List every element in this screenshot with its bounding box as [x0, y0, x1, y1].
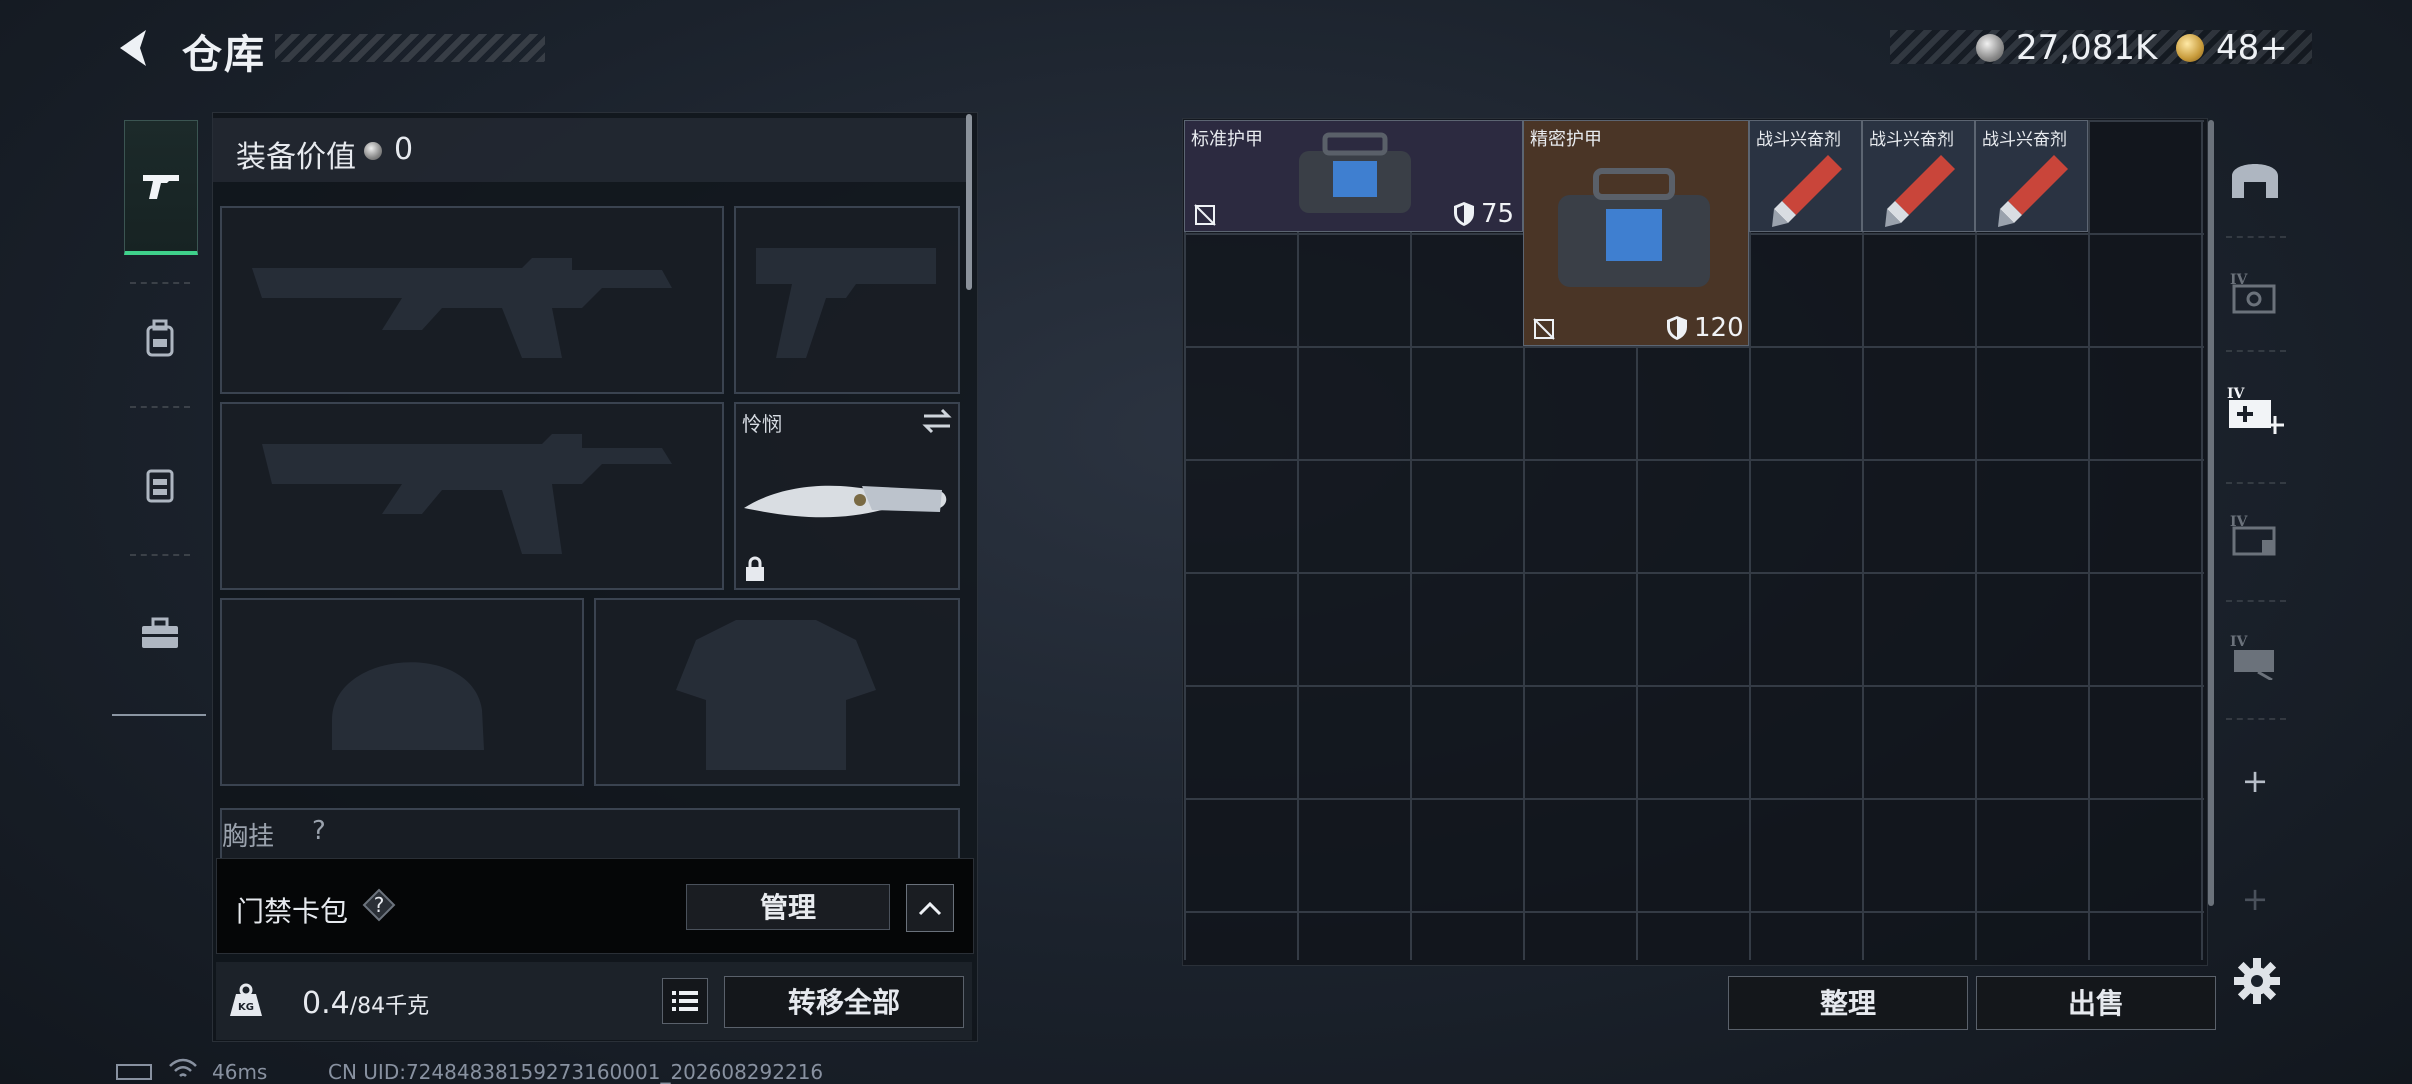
access-card-label: 门禁卡包: [236, 895, 349, 928]
gold-coin-icon: [2176, 34, 2204, 62]
title-decoration: [275, 34, 545, 62]
helmet-slot-icon: [2232, 164, 2278, 198]
silver-coin-icon: [1976, 34, 2004, 62]
stimulant-syringe-icon: [1885, 155, 1955, 227]
helmet-silhouette-icon: [332, 662, 484, 750]
transfer-all-button[interactable]: 转移全部: [724, 976, 964, 1028]
pistol-silhouette-icon: [756, 248, 936, 358]
silver-coin-icon: [364, 142, 382, 160]
tab-weapons[interactable]: [124, 120, 198, 255]
item-name: 标准护甲: [1191, 129, 1263, 150]
grid-item-stimulant[interactable]: 战斗兴奋剂: [1862, 120, 1975, 232]
shield-icon: [1454, 202, 1474, 226]
category-tabs: [112, 108, 206, 716]
melee-slot[interactable]: 怜悯: [734, 402, 960, 590]
armor-slot[interactable]: [594, 598, 960, 786]
sell-button[interactable]: 出售: [1976, 976, 2216, 1030]
tab-toolbox[interactable]: [124, 578, 196, 688]
battery-icon: [116, 1064, 152, 1080]
chest-rig-help: ?: [312, 816, 326, 846]
grid-item-standard-armor[interactable]: 标准护甲 75: [1184, 120, 1523, 232]
rail-helmet-slot[interactable]: [2220, 144, 2290, 214]
svg-text:KG: KG: [238, 1002, 254, 1013]
capacity-text: 0.4/84千克: [302, 986, 429, 1021]
svg-text:IV: IV: [2227, 386, 2246, 402]
chevron-up-icon: [918, 901, 942, 916]
rail-stash-iv-case[interactable]: IV: [2220, 620, 2290, 690]
collapse-button[interactable]: [906, 884, 954, 932]
backpack-icon: [146, 319, 174, 357]
pistol-icon: [143, 175, 179, 199]
sort-button[interactable]: 整理: [1728, 976, 1968, 1030]
sidearm-slot[interactable]: [734, 206, 960, 394]
item-value: 75: [1481, 199, 1515, 229]
page-title: 仓库: [182, 32, 266, 78]
scrollbar[interactable]: [966, 114, 972, 290]
stash-iv-box-icon: IV: [2230, 514, 2276, 556]
manage-button[interactable]: 管理: [686, 884, 890, 930]
ping-text: 46ms: [212, 1060, 268, 1084]
chest-rig-label: 胸挂: [222, 822, 275, 852]
rifle-silhouette-icon: [262, 434, 672, 554]
rail-stash-iv-box[interactable]: IV: [2220, 500, 2290, 570]
svg-text:?: ?: [374, 893, 385, 917]
armor-bag-icon: [1558, 168, 1710, 287]
grid-item-stimulant[interactable]: 战斗兴奋剂: [1975, 120, 2088, 232]
grid-item-stimulant[interactable]: 战斗兴奋剂: [1749, 120, 1862, 232]
karambit-knife-icon: [744, 485, 947, 518]
item-name: 战斗兴奋剂: [1982, 130, 2067, 150]
list-icon: [672, 991, 698, 1011]
swap-icon[interactable]: [922, 408, 952, 434]
shield-icon: [1667, 316, 1687, 340]
item-name: 精密护甲: [1530, 129, 1602, 150]
stash-iv-icon: IV: [2230, 272, 2276, 314]
armor-bag-icon: [1299, 132, 1411, 213]
grid-item-precision-armor[interactable]: 精密护甲 120: [1523, 120, 1749, 346]
rail-stash-iv-add[interactable]: IV: [2220, 374, 2290, 444]
gold-amount[interactable]: 48+: [2216, 28, 2288, 68]
capacity-current: 0.4: [302, 986, 350, 1021]
melee-name: 怜悯: [742, 412, 782, 436]
lock-icon: [746, 556, 764, 581]
back-icon[interactable]: [112, 26, 156, 70]
svg-text:IV: IV: [2230, 634, 2249, 650]
item-name: 战斗兴奋剂: [1869, 130, 1954, 150]
stimulant-syringe-icon: [1998, 155, 2068, 227]
chest-rig-icon: [146, 469, 174, 503]
armor-silhouette-icon: [676, 620, 876, 770]
equipment-value-label: 装备价值: [236, 140, 356, 175]
helmet-slot[interactable]: [220, 598, 584, 786]
capacity-max: /84千克: [349, 994, 430, 1019]
uid-text: CN UID:72484838159273160001_202608292216: [328, 1060, 824, 1084]
chest-rig-slot[interactable]: 胸挂 ?: [220, 808, 960, 858]
add-stash-button[interactable]: +: [2220, 746, 2290, 816]
item-value: 120: [1694, 313, 1744, 343]
gear-icon[interactable]: [2232, 956, 2282, 1006]
tab-chest-rig[interactable]: [124, 430, 196, 540]
stash-iv-add-icon: IV: [2227, 386, 2284, 434]
weight-icon: KG: [230, 983, 262, 1016]
rail-stash-iv[interactable]: IV: [2220, 258, 2290, 328]
no-sell-icon: [1194, 204, 1216, 226]
rifle-silhouette-icon: [252, 258, 672, 358]
toolbox-icon: [142, 617, 178, 648]
equipment-value: 0: [394, 132, 414, 167]
stash-iv-case-icon: IV: [2230, 634, 2274, 680]
stimulant-syringe-icon: [1772, 155, 1842, 227]
secondary-weapon-slot[interactable]: [220, 402, 724, 590]
item-name: 战斗兴奋剂: [1756, 130, 1841, 150]
no-sell-icon: [1533, 318, 1555, 340]
list-view-button[interactable]: [662, 978, 708, 1024]
add-stash-button-disabled: +: [2241, 880, 2269, 918]
primary-weapon-slot[interactable]: [220, 206, 724, 394]
help-icon[interactable]: ?: [362, 888, 396, 922]
wifi-icon: [169, 1058, 197, 1077]
tab-backpack[interactable]: [124, 284, 196, 394]
silver-amount: 27,081K: [2016, 28, 2158, 68]
